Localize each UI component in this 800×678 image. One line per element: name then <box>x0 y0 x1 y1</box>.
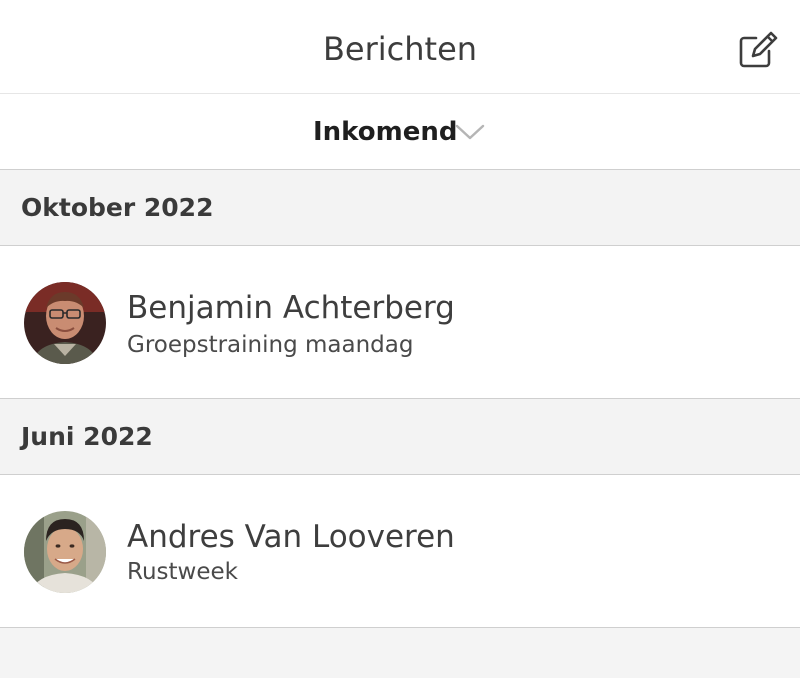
message-row[interactable]: Andres Van Looveren Rustweek <box>0 475 800 628</box>
message-subject: Groepstraining maandag <box>127 332 414 358</box>
section-date-label: Juni 2022 <box>21 422 153 451</box>
compose-button[interactable] <box>736 30 780 70</box>
messages-screen: Berichten Inkomend Oktober 2022 Benjamin… <box>0 0 800 678</box>
mailbox-filter-dropdown[interactable]: Inkomend <box>300 112 500 152</box>
page-title: Berichten <box>322 30 478 68</box>
message-row[interactable]: Benjamin Achterberg Groepstraining maand… <box>0 246 800 399</box>
avatar <box>24 511 106 593</box>
section-date-label: Oktober 2022 <box>21 193 214 222</box>
message-subject: Rustweek <box>127 559 238 585</box>
section-header: Juni 2022 <box>0 399 800 475</box>
filter-bar: Inkomend <box>0 94 800 170</box>
sender-name: Andres Van Looveren <box>127 519 455 555</box>
sender-name: Benjamin Achterberg <box>127 290 455 326</box>
compose-edit-icon <box>739 31 778 68</box>
top-bar: Berichten <box>0 0 800 94</box>
chevron-down-icon <box>455 124 485 140</box>
mailbox-filter-label: Inkomend <box>313 117 458 147</box>
section-header: Oktober 2022 <box>0 170 800 246</box>
avatar <box>24 282 106 364</box>
